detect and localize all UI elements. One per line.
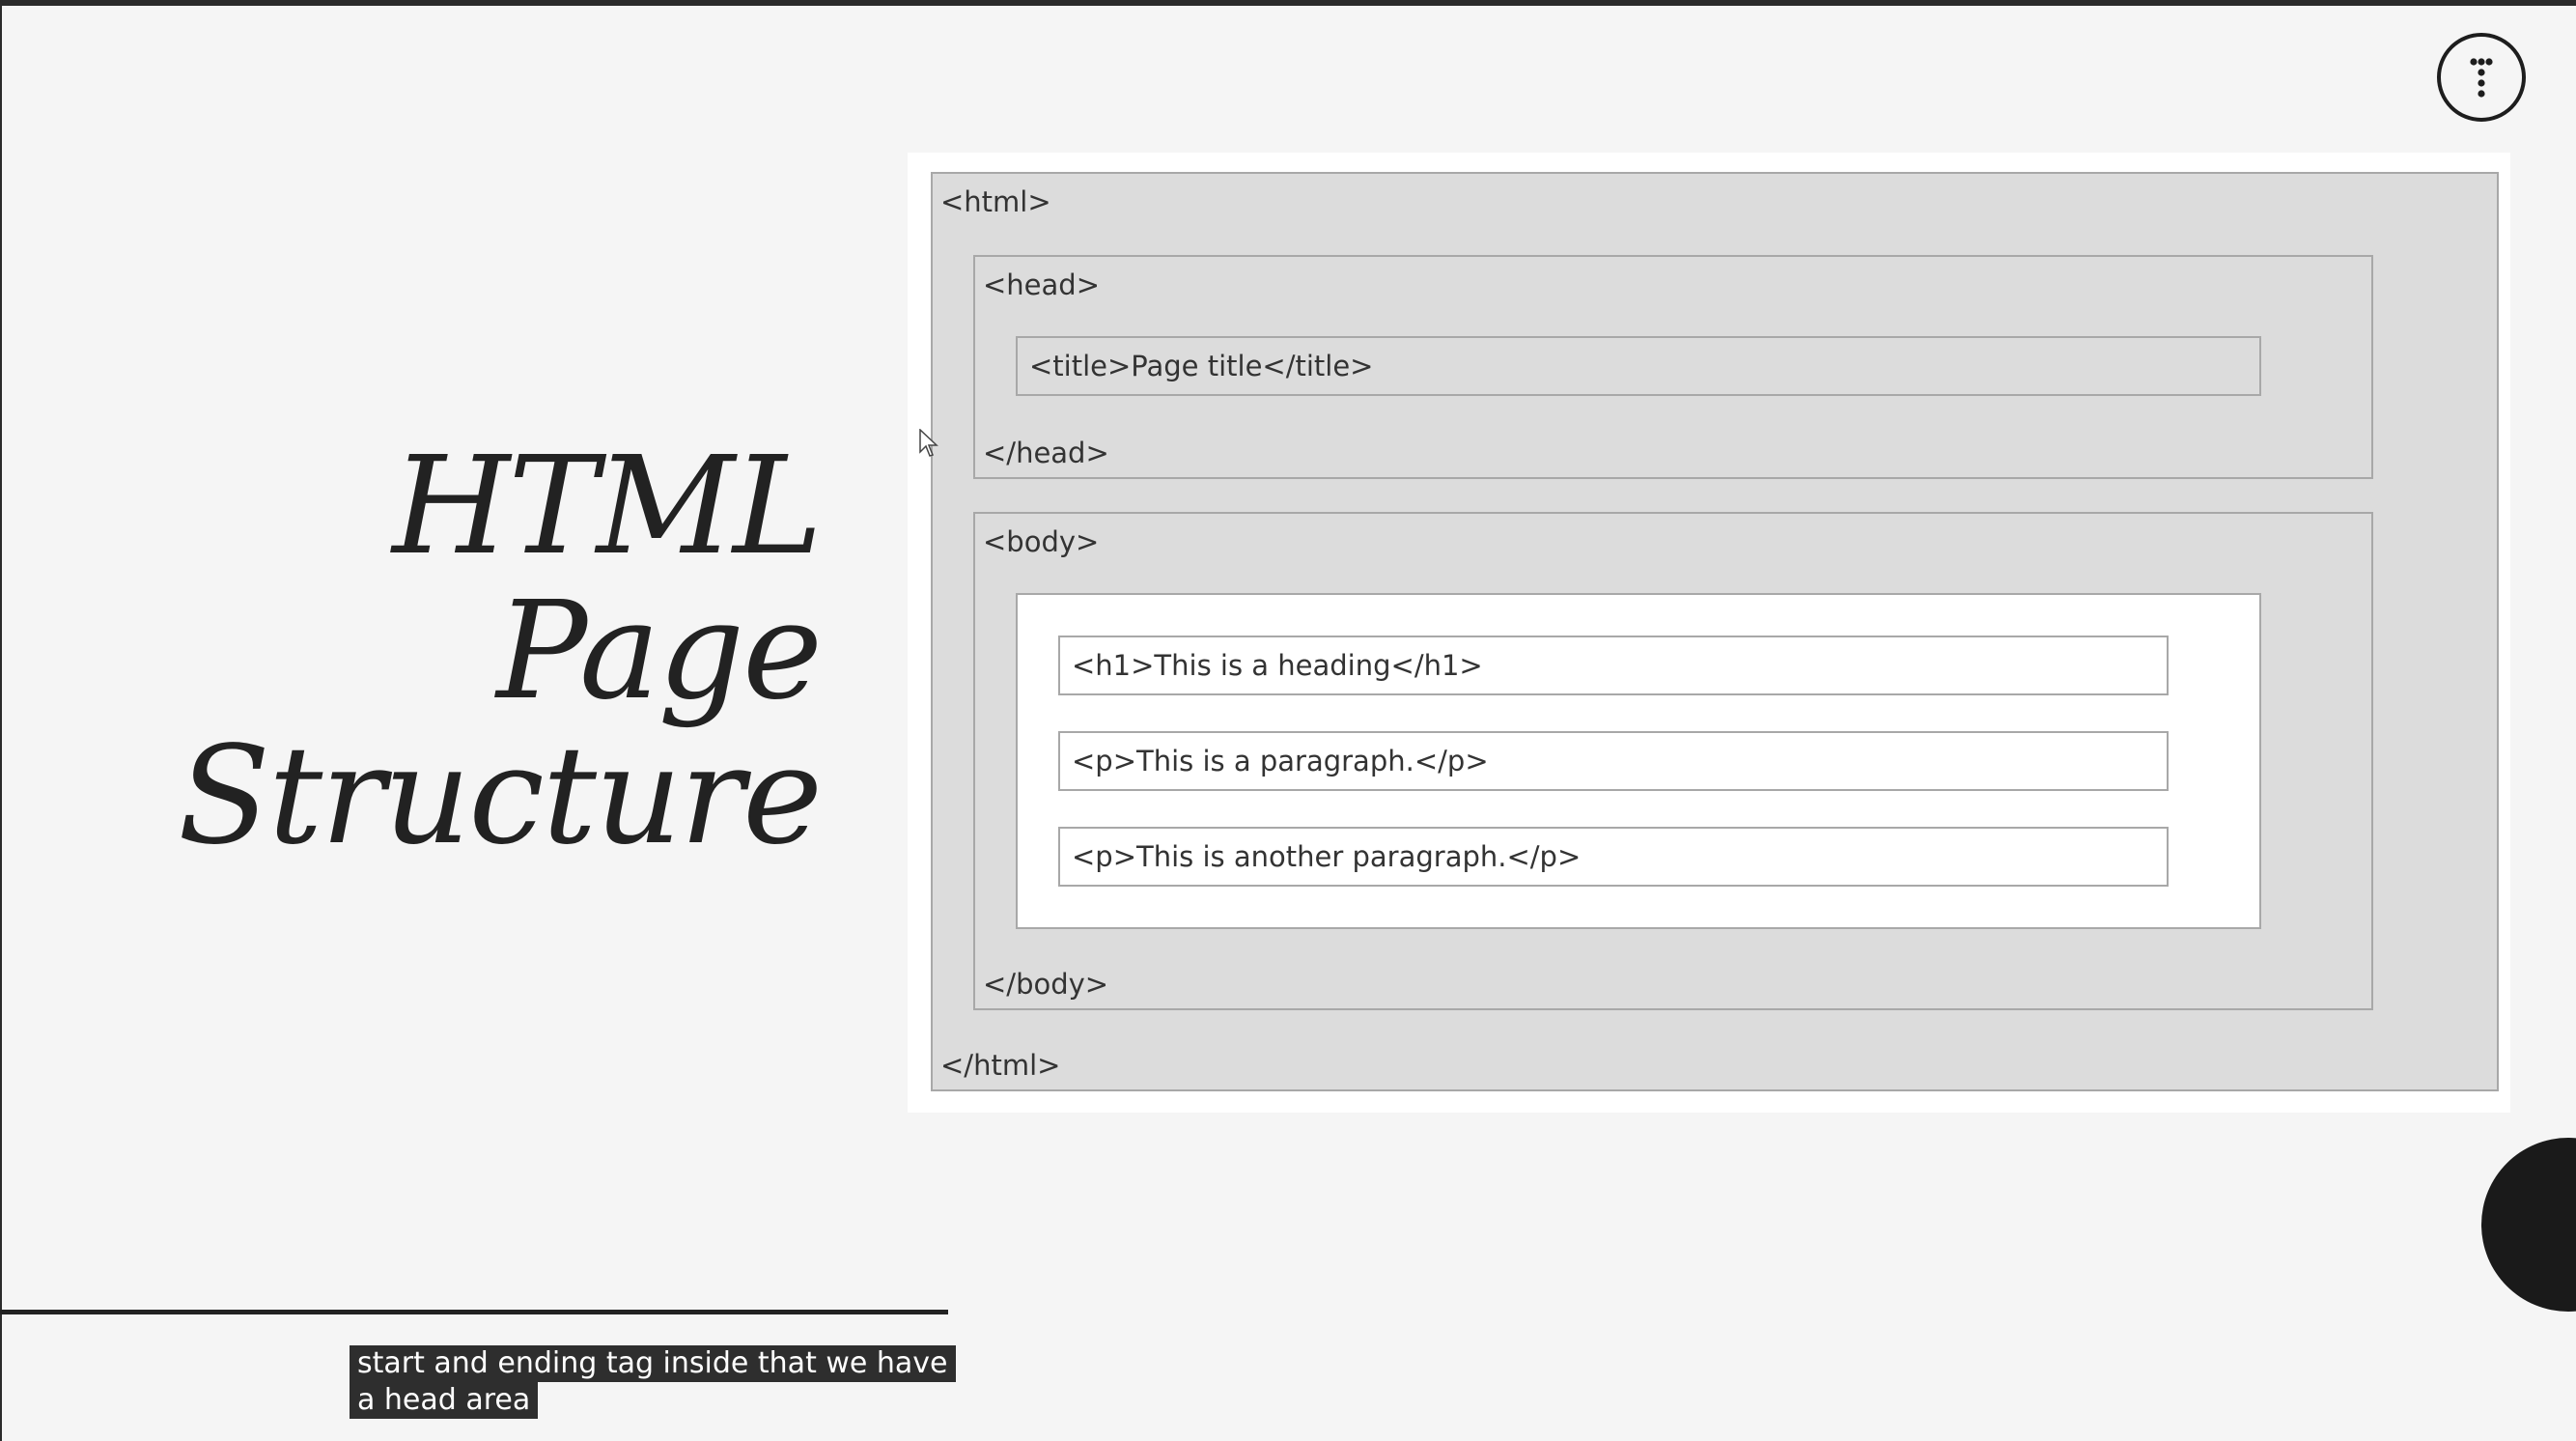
html-box: <html> <head> <title>Page title</title> … — [931, 172, 2499, 1091]
title-element-box: <title>Page title</title> — [1016, 336, 2261, 396]
floating-action-circle[interactable] — [2481, 1138, 2576, 1312]
h1-element-box: <h1>This is a heading</h1> — [1058, 636, 2169, 695]
head-close-tag: </head> — [983, 437, 1109, 469]
head-box: <head> <title>Page title</title> </head> — [973, 255, 2373, 479]
left-border — [0, 0, 2, 1441]
mouse-pointer-icon — [919, 429, 938, 457]
html-open-tag: <html> — [940, 185, 1051, 218]
menu-button[interactable] — [2437, 33, 2526, 122]
vertical-dots-menu-icon — [2470, 58, 2493, 98]
html-close-tag: </html> — [940, 1049, 1061, 1082]
p1-element-text: <p>This is a paragraph.</p> — [1072, 745, 1489, 777]
title-element-text: <title>Page title</title> — [1029, 350, 1374, 382]
p1-element-box: <p>This is a paragraph.</p> — [1058, 731, 2169, 791]
head-open-tag: <head> — [983, 268, 1100, 301]
body-box: <body> <h1>This is a heading</h1> <p>Thi… — [973, 512, 2373, 1010]
top-border — [0, 0, 2576, 6]
video-frame: HTML Page Structure <html> <head> <title… — [0, 0, 2576, 1441]
caption-line-1: start and ending tag inside that we have — [350, 1345, 956, 1382]
video-progress-bar[interactable] — [0, 1310, 948, 1314]
h1-element-text: <h1>This is a heading</h1> — [1072, 649, 1483, 682]
body-close-tag: </body> — [983, 968, 1109, 1001]
slide-title-line-1: HTML Page — [392, 428, 823, 730]
body-content-box: <h1>This is a heading</h1> <p>This is a … — [1016, 593, 2261, 929]
slide-title-line-2: Structure — [178, 718, 823, 875]
body-open-tag: <body> — [983, 525, 1100, 558]
caption-line-2: a head area — [350, 1382, 539, 1419]
p2-element-box: <p>This is another paragraph.</p> — [1058, 827, 2169, 887]
html-structure-diagram: <html> <head> <title>Page title</title> … — [908, 153, 2510, 1113]
slide-title: HTML Page Structure — [39, 428, 823, 875]
subtitle-caption: start and ending tag inside that we have… — [350, 1345, 956, 1419]
p2-element-text: <p>This is another paragraph.</p> — [1072, 840, 1582, 873]
